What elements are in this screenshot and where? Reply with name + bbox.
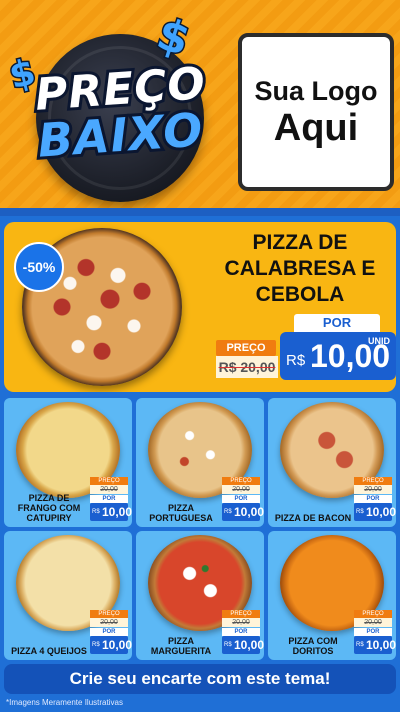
currency-symbol: R$: [356, 509, 364, 515]
old-price-label: PREÇO: [354, 610, 392, 618]
new-price-label: POR: [222, 495, 260, 503]
new-price-label: POR: [354, 495, 392, 503]
product-name: PIZZA COM DORITOS: [288, 636, 338, 656]
old-price: 20,00: [354, 618, 392, 627]
product-name: PIZZA DE BACON: [274, 513, 352, 523]
old-price: 20,00: [222, 485, 260, 494]
old-price: 20,00: [90, 485, 128, 494]
logo-placeholder: Sua Logo Aqui: [238, 33, 394, 191]
new-price: 10,00: [102, 638, 132, 652]
old-price-label: PREÇO: [222, 477, 260, 485]
new-price-box: R$ 10,00: [90, 636, 132, 654]
product-name: PIZZA DE FRANGO COM CATUPIRY: [17, 493, 81, 523]
new-price: 10,00: [366, 638, 396, 652]
price-tag: PREÇO 20,00 POR R$ 10,00: [354, 477, 396, 521]
product-name: PIZZA 4 QUEIJOS: [11, 646, 87, 656]
new-price-box: R$ 10,00: [222, 636, 264, 654]
product-card: PIZZA DE BACON PREÇO 20,00 POR R$ 10,00: [268, 398, 396, 527]
new-price-box: R$ 10,00: [222, 503, 264, 521]
old-price-label: PREÇO: [90, 610, 128, 618]
old-price: 20,00: [222, 618, 260, 627]
price-tag: PREÇO 20,00 POR R$ 10,00: [222, 610, 264, 654]
price-tag: PREÇO 20,00 POR R$ 10,00: [222, 477, 264, 521]
new-price: 10,00: [234, 638, 264, 652]
currency-symbol: R$: [356, 642, 364, 648]
discount-badge: -50%: [14, 242, 64, 292]
old-price: 20,00: [354, 485, 392, 494]
currency-symbol: R$: [92, 642, 100, 648]
currency-symbol: R$: [224, 642, 232, 648]
header-divider: [0, 208, 400, 216]
new-price-box: R$ 10,00: [354, 503, 396, 521]
old-price: R$ 20,00: [216, 356, 278, 378]
product-grid: PIZZA DE FRANGO COM CATUPIRY PREÇO 20,00…: [4, 398, 396, 660]
product-card: PIZZA COM DORITOS PREÇO 20,00 POR R$ 10,0…: [268, 531, 396, 660]
price-tag: PREÇO 20,00 POR R$ 10,00: [354, 610, 396, 654]
unit-label: UNID: [368, 336, 390, 346]
new-price-label: POR: [354, 628, 392, 636]
new-price-box: R$ 10,00: [90, 503, 132, 521]
currency-symbol: R$: [286, 352, 306, 369]
preco-baixo-badge: $ $ PREÇO BAIXO: [4, 7, 233, 204]
dollar-icon: $: [149, 7, 197, 68]
old-price: 20,00: [90, 618, 128, 627]
product-card: PIZZA DE FRANGO COM CATUPIRY PREÇO 20,00…: [4, 398, 132, 527]
product-name: PIZZA MARGUERITA: [150, 636, 212, 656]
old-price-label: PREÇO: [354, 477, 392, 485]
old-price-label: PREÇO: [222, 610, 260, 618]
product-card: PIZZA PORTUGUESA PREÇO 20,00 POR R$ 10,00: [136, 398, 264, 527]
product-card: PIZZA MARGUERITA PREÇO 20,00 POR R$ 10,00: [136, 531, 264, 660]
new-price-box: R$ 10,00 UNID: [280, 332, 396, 380]
currency-symbol: R$: [224, 509, 232, 515]
header-banner: $ $ PREÇO BAIXO Sua Logo Aqui: [0, 0, 400, 213]
logo-text-line2: Aqui: [273, 107, 359, 149]
featured-product-card: -50% PIZZA DE CALABRESA E CEBOLA PREÇO R…: [4, 222, 396, 392]
product-card: PIZZA 4 QUEIJOS PREÇO 20,00 POR R$ 10,00: [4, 531, 132, 660]
new-price: 10,00: [234, 505, 264, 519]
new-price-box: R$ 10,00: [354, 636, 396, 654]
new-price: 10,00: [102, 505, 132, 519]
featured-product-title: PIZZA DE CALABRESA E CEBOLA: [224, 231, 376, 306]
new-price-label: POR: [222, 628, 260, 636]
disclaimer-text: *Imagens Meramente Ilustrativas: [6, 698, 123, 707]
logo-text-line1: Sua Logo: [254, 76, 378, 106]
product-name: PIZZA PORTUGUESA: [149, 503, 213, 523]
create-flyer-banner[interactable]: Crie seu encarte com este tema!: [4, 664, 396, 694]
price-tag: PREÇO 20,00 POR R$ 10,00: [90, 610, 132, 654]
old-price-label: PREÇO: [90, 477, 128, 485]
currency-symbol: R$: [92, 509, 100, 515]
new-price-label: POR: [294, 314, 380, 332]
new-price-label: POR: [90, 495, 128, 503]
old-price-label: PREÇO: [216, 340, 276, 356]
new-price-label: POR: [90, 628, 128, 636]
price-tag: PREÇO 20,00 POR R$ 10,00: [90, 477, 132, 521]
new-price: 10,00: [366, 505, 396, 519]
